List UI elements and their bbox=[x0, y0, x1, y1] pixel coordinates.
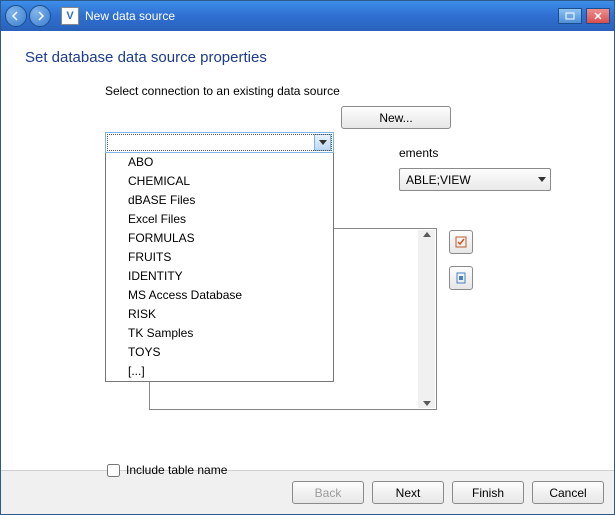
select-all-button[interactable] bbox=[449, 230, 473, 254]
connection-label: Select connection to an existing data so… bbox=[105, 84, 592, 98]
dropdown-item[interactable]: CHEMICAL bbox=[106, 172, 333, 191]
include-table-label: Include table name bbox=[126, 463, 227, 477]
elements-label-partial: ements bbox=[399, 146, 438, 160]
dropdown-item[interactable]: TOYS bbox=[106, 343, 333, 362]
forward-nav-button[interactable] bbox=[29, 5, 51, 27]
app-icon: V bbox=[61, 7, 79, 25]
dropdown-item[interactable]: FRUITS bbox=[106, 248, 333, 267]
elements-combo[interactable]: ABLE;VIEW bbox=[399, 168, 551, 191]
dropdown-item[interactable]: TK Samples bbox=[106, 324, 333, 343]
maximize-button[interactable] bbox=[558, 8, 582, 24]
dropdown-item[interactable]: IDENTITY bbox=[106, 267, 333, 286]
close-button[interactable] bbox=[586, 8, 610, 24]
dropdown-item[interactable]: FORMULAS bbox=[106, 229, 333, 248]
window-title: New data source bbox=[85, 9, 558, 23]
combo-arrow-button[interactable] bbox=[314, 134, 331, 151]
dropdown-item[interactable]: MS Access Database bbox=[106, 286, 333, 305]
include-table-checkbox[interactable] bbox=[107, 464, 120, 477]
titlebar: V New data source bbox=[1, 1, 614, 31]
next-button[interactable]: Next bbox=[372, 481, 444, 504]
dropdown-item[interactable]: RISK bbox=[106, 305, 333, 324]
elements-value: ABLE;VIEW bbox=[406, 173, 471, 187]
scrollbar[interactable] bbox=[418, 230, 435, 408]
footer: Back Next Finish Cancel bbox=[1, 470, 614, 514]
deselect-all-button[interactable] bbox=[449, 266, 473, 290]
dropdown-item[interactable]: Excel Files bbox=[106, 210, 333, 229]
dropdown-item[interactable]: [...] bbox=[106, 362, 333, 381]
cancel-button[interactable]: Cancel bbox=[532, 481, 604, 504]
dialog-window: V New data source Set database data sour… bbox=[0, 0, 615, 515]
finish-button[interactable]: Finish bbox=[452, 481, 524, 504]
back-button: Back bbox=[292, 481, 364, 504]
include-table-row: Include table name bbox=[107, 463, 227, 477]
connection-combo[interactable] bbox=[105, 132, 334, 153]
scroll-down-icon bbox=[423, 401, 431, 406]
connection-dropdown-list: ABOCHEMICALdBASE FilesExcel FilesFORMULA… bbox=[105, 153, 334, 382]
window-controls bbox=[558, 8, 610, 24]
connection-combo-open: ABOCHEMICALdBASE FilesExcel FilesFORMULA… bbox=[105, 132, 334, 382]
dropdown-item[interactable]: dBASE Files bbox=[106, 191, 333, 210]
side-buttons bbox=[449, 230, 473, 290]
back-nav-button[interactable] bbox=[5, 5, 27, 27]
chevron-down-icon bbox=[538, 177, 546, 182]
chevron-down-icon bbox=[319, 140, 327, 145]
dropdown-item[interactable]: ABO bbox=[106, 153, 333, 172]
new-button[interactable]: New... bbox=[341, 106, 451, 129]
page-title: Set database data source properties bbox=[25, 49, 592, 66]
scroll-up-icon bbox=[423, 232, 431, 237]
